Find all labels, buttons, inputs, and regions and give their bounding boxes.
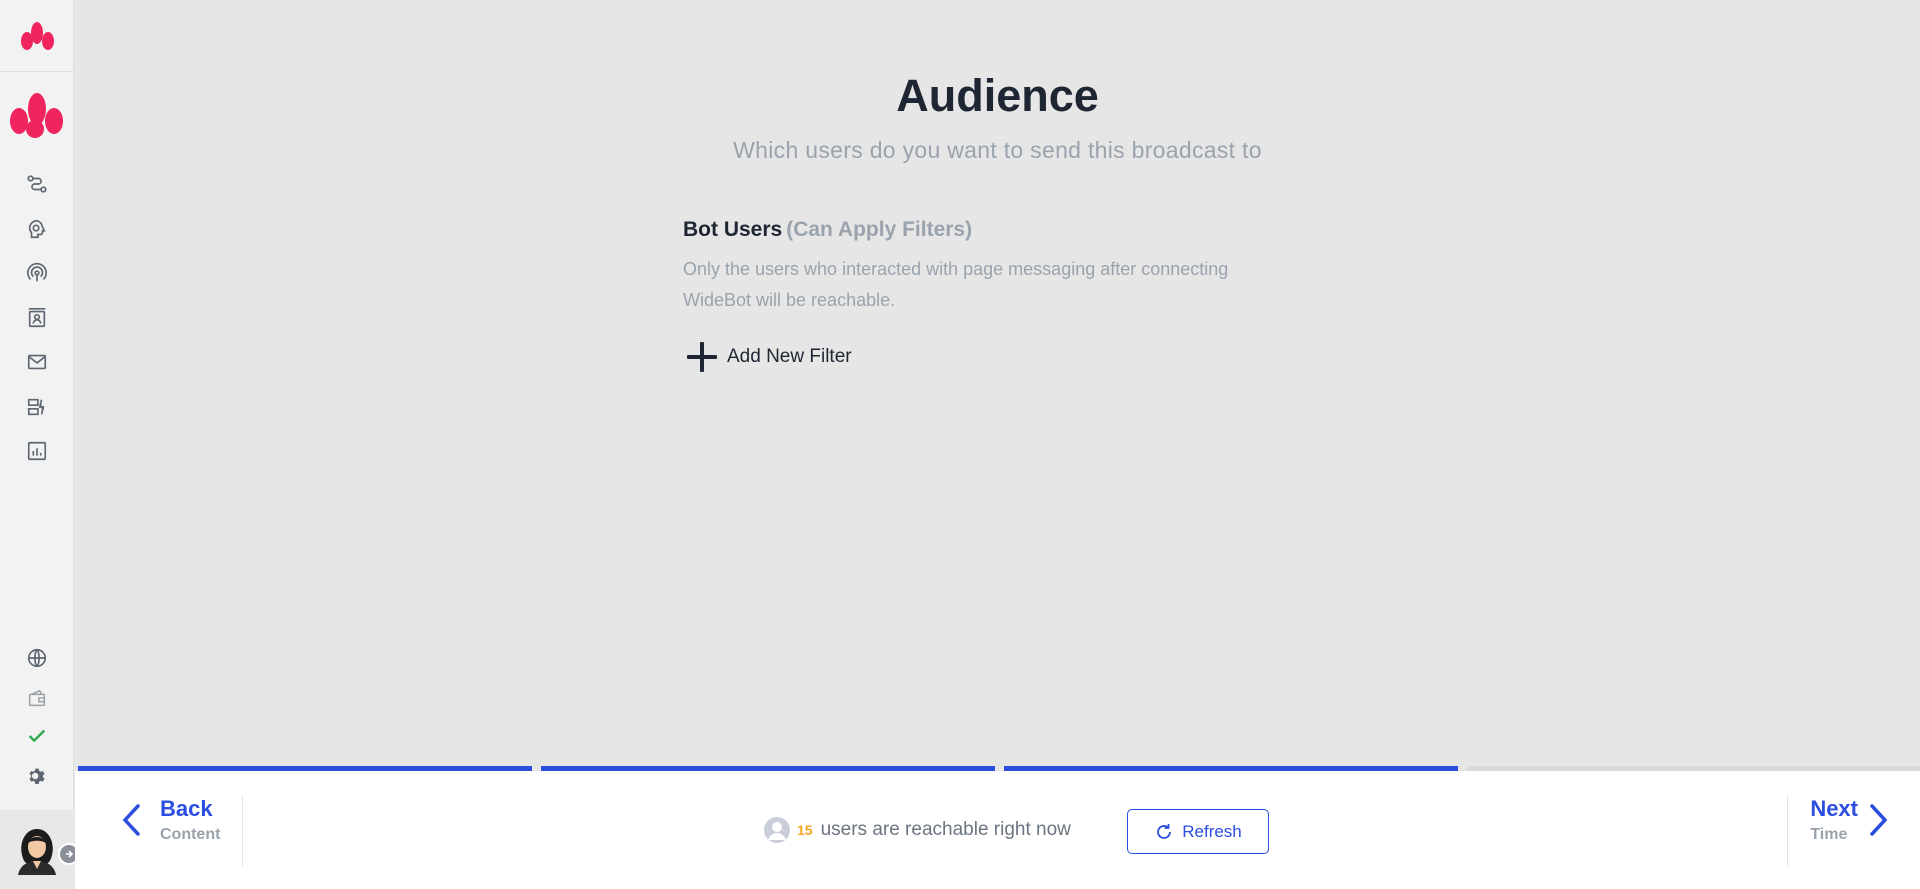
back-button[interactable]: Back Content: [120, 796, 220, 844]
gear-icon: [29, 768, 45, 784]
next-sub-label: Time: [1810, 826, 1848, 843]
chevron-left-icon: [122, 804, 140, 836]
divider: [1787, 796, 1788, 866]
section-description: Only the users who interacted with page …: [683, 259, 1229, 310]
section-hint: (Can Apply Filters): [786, 218, 973, 241]
sidebar-item-billing[interactable]: [0, 675, 74, 721]
logo-icon: [21, 21, 54, 50]
refresh-button[interactable]: Refresh: [1127, 809, 1269, 854]
reachable-text: users are reachable right now: [820, 819, 1071, 840]
bot-brain-icon: [28, 219, 46, 238]
refresh-label: Refresh: [1182, 821, 1242, 841]
sidebar-item-flows[interactable]: [0, 162, 74, 207]
check-icon: [28, 729, 46, 743]
broadcast-icon: [27, 263, 47, 282]
plus-icon: [687, 342, 717, 372]
sidebar-item-analytics[interactable]: [0, 429, 74, 474]
next-text: Next Time: [1810, 796, 1858, 844]
wallet-icon: [28, 689, 46, 707]
next-label: Next: [1810, 796, 1858, 821]
contacts-icon: [28, 307, 46, 327]
main-content: Audience Which users do you want to send…: [75, 0, 1920, 766]
back-label: Back: [160, 796, 213, 821]
page-subtitle: Which users do you want to send this bro…: [733, 137, 1262, 163]
section-title: Bot Users (Can Apply Filters): [683, 218, 1303, 242]
section-title-text: Bot Users: [683, 218, 783, 241]
next-button[interactable]: Next Time: [1810, 796, 1890, 844]
back-sub-label: Content: [160, 826, 221, 843]
sidebar-item-broadcast[interactable]: [0, 251, 74, 296]
sidebar-item-inbox[interactable]: [0, 340, 74, 385]
sidebar-item-language[interactable]: [0, 640, 74, 675]
wizard-footer: Back Content 15 users are reachable righ…: [75, 771, 1920, 889]
mail-icon: [27, 355, 47, 370]
reachable-count: 15: [797, 822, 813, 838]
flow-icon: [27, 175, 47, 193]
sidebar-item-ai[interactable]: [0, 207, 74, 252]
arrow-right-icon: [66, 850, 74, 858]
sidebar-item-contacts[interactable]: [0, 296, 74, 341]
chevron-right-icon: [1870, 804, 1888, 836]
reachable-users: 15 users are reachable right now: [763, 816, 1071, 844]
divider: [242, 796, 243, 866]
refresh-icon: [1157, 823, 1172, 839]
sidebar-item-status[interactable]: [0, 721, 74, 751]
analytics-icon: [27, 442, 47, 461]
user-icon: [764, 817, 790, 843]
back-text: Back Content: [160, 796, 220, 844]
add-filter-button[interactable]: Add New Filter: [683, 342, 1303, 372]
sidebar-item-widgets[interactable]: [0, 385, 74, 430]
sidebar-item-settings[interactable]: [0, 751, 74, 801]
widgets-icon: [27, 398, 45, 415]
bot-logo[interactable]: [0, 84, 74, 144]
add-filter-label: Add New Filter: [727, 346, 852, 367]
globe-icon: [27, 648, 47, 667]
app-logo-small[interactable]: [0, 0, 74, 72]
bot-users-section: Bot Users (Can Apply Filters) Only the us…: [683, 218, 1303, 372]
bot-logo-icon: [10, 93, 63, 138]
sidebar: [0, 0, 74, 889]
page-title: Audience: [896, 70, 1099, 121]
avatar: [18, 828, 56, 875]
